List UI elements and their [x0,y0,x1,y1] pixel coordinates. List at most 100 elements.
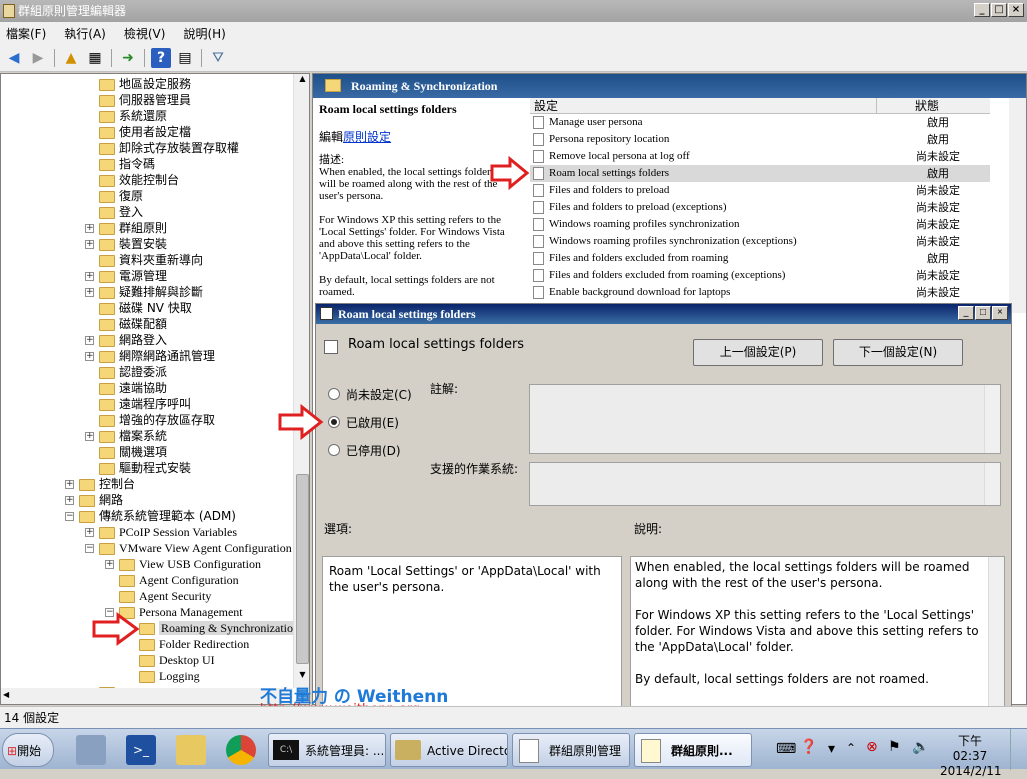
collapse-icon[interactable]: − [65,512,74,521]
export-icon[interactable]: ➜ [118,48,138,68]
server-manager-icon[interactable] [76,735,106,765]
settings-row[interactable]: Files and folders to preload (exceptions… [530,199,990,216]
tree-item[interactable]: 驅動程式安裝 [99,460,191,476]
tree-item[interactable]: Agent Configuration [119,572,239,588]
tree-item[interactable]: 地區設定服務 [99,76,191,92]
tree-item[interactable]: 系統還原 [99,108,167,124]
taskbar-item-gpm[interactable]: 群組原則管理 [512,733,630,767]
expand-icon[interactable]: + [85,272,94,281]
up-folder-icon[interactable]: ▲ [61,48,81,68]
show-hidden-icons[interactable]: ⌃ [846,741,856,755]
tree-item[interactable]: + 網路 [65,492,123,508]
taskbar-item-ad[interactable]: Active Directo... [390,733,508,767]
expand-icon[interactable]: + [105,560,114,569]
comment-field[interactable] [529,384,1001,454]
expand-icon[interactable]: + [85,240,94,249]
tree-item[interactable]: + 控制台 [65,476,135,492]
settings-row[interactable]: Roam local settings folders 啟用 [530,165,990,182]
disabled-radio[interactable] [328,444,340,456]
minimize-button[interactable]: _ [974,3,990,17]
tree-horizontal-scrollbar[interactable]: ◀ [1,688,293,704]
expand-icon[interactable]: + [85,352,94,361]
settings-row[interactable]: Files and folders excluded from roaming … [530,267,990,284]
comment-scrollbar[interactable] [984,385,1000,453]
tree-item[interactable]: + 網路登入 [85,332,167,348]
column-setting[interactable]: 設定 [534,98,558,114]
tree-item[interactable]: 資料夾重新導向 [99,252,203,268]
taskbar-item-cmd[interactable]: C:\ 系統管理員: ... [268,733,386,767]
expand-icon[interactable]: + [65,496,74,505]
help-icon[interactable]: ? [151,47,171,68]
explorer-icon[interactable] [176,735,206,765]
maximize-button[interactable]: □ [991,3,1007,17]
tree-item[interactable]: 登入 [99,204,143,220]
menu-action[interactable]: 執行(A) [64,25,106,42]
tree-item[interactable]: 認證委派 [99,364,167,380]
tree-vertical-scrollbar[interactable]: ▲ ▼ [293,74,309,688]
tree-item[interactable]: − 傳統系統管理範本 (ADM) [65,508,236,524]
tree-item[interactable]: Roaming & Synchronization [139,620,301,636]
tree-item[interactable]: 效能控制台 [99,172,179,188]
enabled-radio[interactable] [328,416,340,428]
not-configured-radio[interactable] [328,388,340,400]
start-button[interactable]: ⊞開始 [2,733,54,767]
network-icon[interactable]: ⊗ [866,739,878,755]
show-desktop-button[interactable] [1010,729,1027,770]
tree-item[interactable]: 遠端程序呼叫 [99,396,191,412]
properties-icon[interactable]: ▤ [175,48,195,68]
tree-item[interactable]: 卸除式存放裝置存取權 [99,140,239,156]
language-icon[interactable]: ▾ [828,741,835,757]
tree-item[interactable]: 增強的存放區存取 [99,412,215,428]
tree-item[interactable]: + 電源管理 [85,268,167,284]
settings-row[interactable]: Windows roaming profiles synchronization… [530,233,990,250]
menu-view[interactable]: 檢視(V) [124,25,166,42]
tree-item[interactable]: Desktop UI [139,652,215,668]
settings-row[interactable]: Persona repository location 啟用 [530,131,990,148]
tree-item[interactable]: + View USB Configuration [105,556,261,572]
tree-item[interactable]: 關機選項 [99,444,167,460]
supported-os-field[interactable] [529,462,1001,506]
tree-item[interactable]: + 群組原則 [85,220,167,236]
volume-icon[interactable]: 🔈 [912,739,929,755]
tree-item[interactable]: Agent Security [119,588,211,604]
tree-item[interactable]: 伺服器管理員 [99,92,191,108]
expand-icon[interactable]: + [85,528,94,537]
collapse-icon[interactable]: − [85,544,94,553]
show-hide-tree-icon[interactable]: ▦ [85,48,105,68]
settings-row[interactable]: Windows roaming profiles synchronization… [530,216,990,233]
powershell-icon[interactable]: >_ [126,735,156,765]
tree-item[interactable]: 指令碼 [99,156,155,172]
tree-item[interactable]: 復原 [99,188,143,204]
help-tray-icon[interactable]: ❓ [800,739,817,755]
tree-item[interactable]: 磁碟配額 [99,316,167,332]
scroll-up-arrow-icon[interactable]: ▲ [296,74,309,90]
settings-row[interactable]: Enable background download for laptops 尚未… [530,284,990,301]
expand-icon[interactable]: + [85,224,94,233]
chrome-icon[interactable] [226,735,256,765]
next-setting-button[interactable]: 下一個設定(N) [833,339,963,366]
scroll-left-arrow-icon[interactable]: ◀ [3,690,9,699]
clock[interactable]: 下午 02:37 2014/2/11 [940,734,1002,779]
keyboard-icon[interactable]: ⌨ [776,741,796,757]
edit-policy-link[interactable]: 原則設定 [343,130,391,144]
tree-item[interactable]: 遠端協助 [99,380,167,396]
back-icon[interactable]: ◀ [4,48,24,68]
tree-item[interactable]: + 疑難排解與診斷 [85,284,203,300]
window-title-bar[interactable]: 群組原則管理編輯器 _ □ × [0,0,1027,22]
taskbar-item-gpe[interactable]: 群組原則... [634,733,752,767]
tree-scroll-thumb[interactable] [296,474,309,664]
menu-file[interactable]: 檔案(F) [6,25,46,42]
expand-icon[interactable]: + [85,336,94,345]
dialog-minimize-button[interactable]: _ [958,306,974,320]
tree-item[interactable]: 使用者設定檔 [99,124,191,140]
tree-item[interactable]: Logging [139,668,200,684]
dialog-close-button[interactable]: × [992,306,1008,320]
dialog-maximize-button[interactable]: □ [975,306,991,320]
tree-item[interactable]: + 裝置安裝 [85,236,167,252]
supported-os-scrollbar[interactable] [984,463,1000,505]
tree-item[interactable]: 磁碟 NV 快取 [99,300,192,316]
expand-icon[interactable]: + [65,480,74,489]
settings-row[interactable]: Manage user persona 啟用 [530,114,990,131]
tree-item[interactable]: + 網際網路通訊管理 [85,348,215,364]
tree-item[interactable]: + PCoIP Session Variables [85,524,237,540]
